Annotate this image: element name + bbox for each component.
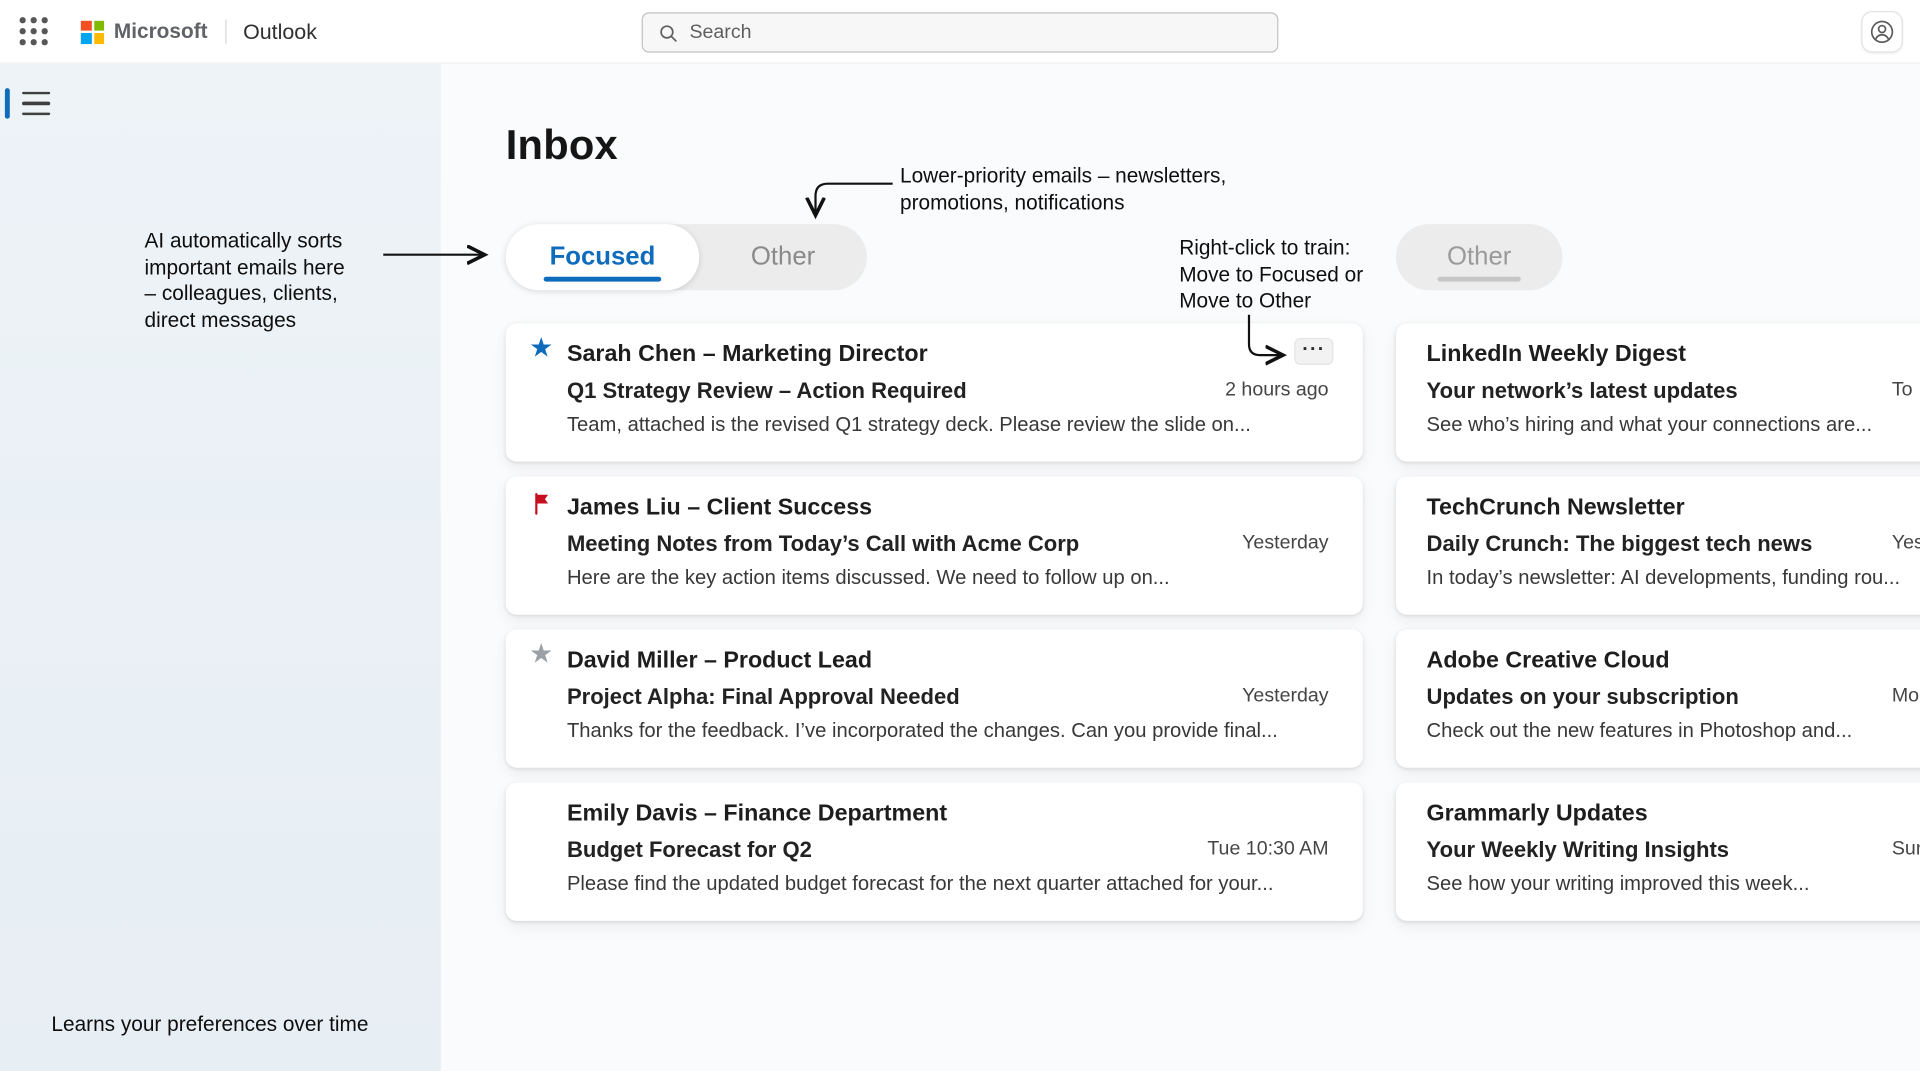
flag-icon[interactable] [530,491,554,515]
email-time: Yesterday [1242,686,1328,708]
left-sidebar [0,64,441,1071]
tab-focused-underline [544,277,662,282]
email-preview: Please find the updated budget forecast … [567,873,1273,896]
email-card-adobe[interactable]: Adobe Creative Cloud Updates on your sub… [1396,629,1920,767]
email-card-sarah-chen[interactable]: ★ Sarah Chen – Marketing Director ··· Q1… [506,323,1363,461]
inbox-tabs: Focused Other [506,224,867,290]
email-sender: TechCrunch Newsletter [1427,495,1685,522]
annotation-focused-explainer: AI automatically sorts important emails … [144,228,401,333]
email-sender: James Liu – Client Success [567,495,872,522]
top-bar: Microsoft Outlook [0,0,1920,64]
email-subject: Project Alpha: Final Approval Needed [567,684,960,710]
email-time: Yesterday [1242,533,1328,555]
annotation-right-click-train: Right-click to train: Move to Focused or… [1179,235,1399,314]
email-sender: David Miller – Product Lead [567,648,872,675]
email-preview: Team, attached is the revised Q1 strateg… [567,414,1251,437]
email-subject: Daily Crunch: The biggest tech news [1427,531,1813,557]
email-card-david-miller[interactable]: ★ David Miller – Product Lead Project Al… [506,629,1363,767]
email-subject: Meeting Notes from Today’s Call with Acm… [567,531,1079,557]
email-preview: Check out the new features in Photoshop … [1427,720,1853,743]
email-time: Mor [1892,686,1920,708]
email-preview: See who’s hiring and what your connectio… [1427,414,1873,437]
annotation-other-explainer: Lower-priority emails – newsletters, pro… [900,163,1267,216]
email-subject: Budget Forecast for Q2 [567,838,812,864]
email-sender: LinkedIn Weekly Digest [1427,342,1686,369]
star-icon[interactable]: ★ [527,334,556,363]
email-time: 2 hours ago [1225,380,1328,402]
tab-focused[interactable]: Focused [506,224,699,290]
email-subject: Your network’s latest updates [1427,378,1738,404]
email-subject: Q1 Strategy Review – Action Required [567,378,967,404]
outlook-window: Microsoft Outlook AI automatically sorts… [0,0,1920,1071]
email-preview: See how your writing improved this week.… [1427,873,1810,896]
more-options-button[interactable]: ··· [1294,338,1333,365]
email-time: To [1892,380,1913,402]
email-card-grammarly[interactable]: Grammarly Updates Your Weekly Writing In… [1396,782,1920,920]
email-time: Yest [1892,533,1920,555]
email-preview: In today’s newsletter: AI developments, … [1427,567,1901,590]
email-sender: Emily Davis – Finance Department [567,801,947,828]
email-preview: Here are the key action items discussed.… [567,567,1170,590]
brand-name: Microsoft [114,20,208,44]
brand-row: Microsoft Outlook [81,0,317,64]
star-icon[interactable]: ★ [527,640,556,669]
email-time: Sun [1892,839,1920,861]
email-card-linkedin[interactable]: LinkedIn Weekly Digest Your network’s la… [1396,323,1920,461]
annotation-learns-over-time: Learns your preferences over time [51,1011,368,1037]
search-icon [658,21,679,43]
other-panel-tab[interactable]: Other [1396,224,1563,290]
search-input[interactable] [689,21,1262,43]
email-card-emily-davis[interactable]: Emily Davis – Finance Department Budget … [506,782,1363,920]
email-subject: Your Weekly Writing Insights [1427,838,1730,864]
microsoft-logo-icon [81,20,104,43]
email-sender: Adobe Creative Cloud [1427,648,1670,675]
app-launcher-icon[interactable] [20,17,49,46]
other-panel-tab-label: Other [1447,242,1511,271]
email-time: Tue 10:30 AM [1207,839,1328,861]
email-sender: Sarah Chen – Marketing Director [567,342,928,369]
email-preview: Thanks for the feedback. I’ve incorporat… [567,720,1278,743]
account-button[interactable] [1861,11,1903,53]
email-subject: Updates on your subscription [1427,684,1739,710]
email-card-james-liu[interactable]: James Liu – Client Success Meeting Notes… [506,476,1363,614]
brand-divider [225,20,226,44]
person-icon [1869,18,1896,45]
app-name: Outlook [243,19,317,45]
tab-other-label: Other [751,242,815,271]
nav-selection-accent [5,88,10,119]
tab-focused-label: Focused [550,242,656,271]
page-title: Inbox [506,122,618,170]
tab-other[interactable]: Other [699,224,867,290]
email-card-techcrunch[interactable]: TechCrunch Newsletter Daily Crunch: The … [1396,476,1920,614]
search-bar[interactable] [642,12,1279,52]
hamburger-menu-icon[interactable] [22,92,50,115]
email-sender: Grammarly Updates [1427,801,1648,828]
other-panel-tab-underline [1438,277,1521,282]
